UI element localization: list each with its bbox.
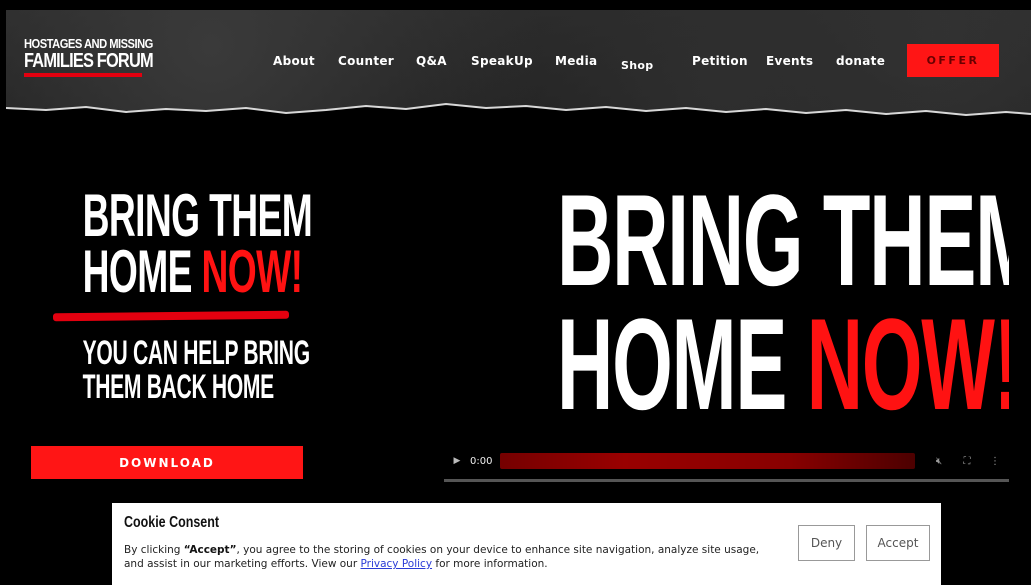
nav-qa[interactable]: Q&A bbox=[416, 54, 447, 68]
nav-counter[interactable]: Counter bbox=[338, 54, 394, 68]
promo-headline-home: HOME bbox=[82, 238, 193, 305]
nav-speakup[interactable]: SpeakUp bbox=[471, 54, 533, 68]
nav-about[interactable]: About bbox=[273, 54, 315, 68]
promo-subhead-line2: THEM BACK HOME bbox=[82, 368, 275, 406]
cookie-text: By clicking “Accept”, you agree to the s… bbox=[124, 543, 774, 571]
promo-subhead-line1: YOU CAN HELP BRING bbox=[82, 334, 310, 372]
cookie-accept-button[interactable]: Accept bbox=[866, 525, 930, 561]
video-bottom-bar bbox=[444, 479, 1009, 482]
video-title-line2: HOME NOW! bbox=[557, 299, 1009, 429]
video-controls: ▶ 0:00 🔇︎ ⛶ ⋮ bbox=[444, 450, 1009, 472]
cookie-text-after: for more information. bbox=[432, 558, 548, 570]
promo-red-brushstroke bbox=[52, 310, 290, 322]
promo-headline: BRING THEM HOME NOW! bbox=[82, 182, 313, 302]
play-icon[interactable]: ▶ bbox=[444, 456, 470, 466]
video-title-line1: BRING THEM bbox=[557, 170, 1009, 313]
cookie-text-before: By clicking bbox=[124, 544, 184, 556]
privacy-policy-link[interactable]: Privacy Policy bbox=[360, 558, 432, 570]
fullscreen-icon[interactable]: ⛶ bbox=[953, 456, 981, 467]
promo-panel: BRING THEM HOME NOW! YOU CAN HELP BRING … bbox=[31, 182, 313, 404]
promo-headline-now: NOW! bbox=[201, 238, 303, 305]
video-poster-text: BRING THEM HOME NOW! bbox=[557, 170, 1009, 429]
video-progress-bar[interactable] bbox=[500, 453, 915, 469]
cookie-banner: Cookie Consent By clicking “Accept”, you… bbox=[112, 503, 941, 585]
nav-shop[interactable]: Shop bbox=[621, 59, 653, 72]
download-button[interactable]: DOWNLOAD bbox=[31, 446, 303, 479]
offer-button-label: OFFER bbox=[926, 54, 980, 67]
video-title-home: HOME bbox=[557, 291, 787, 437]
torn-paper-edge bbox=[6, 102, 1031, 130]
nav-donate[interactable]: donate bbox=[836, 54, 885, 68]
cookie-deny-button[interactable]: Deny bbox=[798, 525, 855, 561]
promo-headline-line1: BRING THEM bbox=[82, 182, 313, 249]
cookie-accept-quote: “Accept” bbox=[183, 544, 237, 556]
logo-text-top: HOSTAGES AND MISSING bbox=[24, 36, 153, 51]
nav-petition[interactable]: Petition bbox=[692, 54, 748, 68]
site-header: HOSTAGES AND MISSING FAMILIES FORUM Abou… bbox=[6, 10, 1031, 130]
nav-events[interactable]: Events bbox=[766, 54, 813, 68]
main-nav: About Counter Q&A SpeakUp Media Shop Pet… bbox=[6, 54, 1031, 78]
offer-button[interactable]: OFFER bbox=[907, 44, 999, 77]
page: HOSTAGES AND MISSING FAMILIES FORUM Abou… bbox=[6, 10, 1031, 585]
nav-media[interactable]: Media bbox=[555, 54, 597, 68]
video-time: 0:00 bbox=[470, 455, 493, 467]
more-options-icon[interactable]: ⋮ bbox=[981, 456, 1009, 467]
cookie-title: Cookie Consent bbox=[124, 514, 220, 531]
promo-subhead: YOU CAN HELP BRING THEM BACK HOME bbox=[82, 334, 310, 406]
promo-headline-line2: HOME NOW! bbox=[83, 242, 303, 302]
mute-icon[interactable]: 🔇︎ bbox=[925, 456, 953, 467]
video-title-now: NOW! bbox=[806, 291, 1009, 437]
video-player[interactable]: BRING THEM HOME NOW! ▶ 0:00 🔇︎ ⛶ ⋮ bbox=[444, 170, 1009, 483]
